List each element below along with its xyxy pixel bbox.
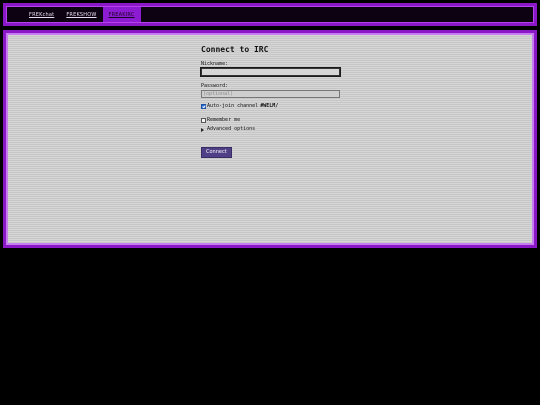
- disclosure-triangle-icon: [201, 127, 204, 132]
- connect-button[interactable]: Connect: [201, 147, 232, 158]
- remember-checkbox[interactable]: [201, 118, 206, 123]
- autojoin-label: Auto-join channel: [207, 103, 259, 109]
- autojoin-checkbox[interactable]: [201, 104, 206, 109]
- autojoin-channel: #WELM/: [260, 103, 279, 109]
- form-title: Connect to IRC: [201, 45, 269, 54]
- advanced-options-label: Advanced options: [207, 126, 256, 132]
- content-panel: Connect to IRC Nickname: Password: Auto-…: [6, 33, 534, 245]
- password-input[interactable]: [201, 90, 340, 98]
- remember-row: Remember me: [201, 117, 351, 124]
- autojoin-row: Auto-join channel #WELM/: [201, 103, 351, 110]
- nav-link-frekshow[interactable]: FREKSHOW: [60, 7, 102, 22]
- nav-link-frekchat[interactable]: FREKchat: [23, 7, 60, 22]
- irc-connect-form: Connect to IRC Nickname: Password: Auto-…: [201, 44, 351, 158]
- main-frame: Connect to IRC Nickname: Password: Auto-…: [3, 30, 537, 248]
- remember-label: Remember me: [207, 117, 241, 123]
- top-nav: FREKchat FREKSHOW FREAKIRC: [6, 6, 534, 23]
- top-nav-frame: FREKchat FREKSHOW FREAKIRC: [3, 3, 537, 26]
- password-label: Password:: [201, 83, 229, 89]
- nickname-input[interactable]: [201, 68, 340, 76]
- nickname-label: Nickname:: [201, 61, 229, 67]
- nav-link-freakirc[interactable]: FREAKIRC: [102, 7, 141, 22]
- advanced-options-toggle[interactable]: Advanced options: [201, 126, 351, 133]
